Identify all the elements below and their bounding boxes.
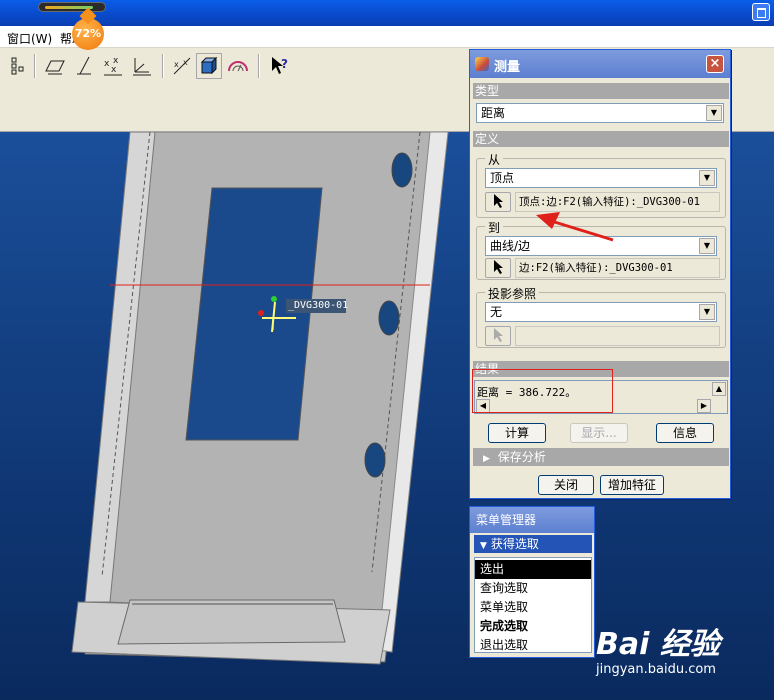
projection-value: 无 (490, 305, 503, 319)
to-type-value: 曲线/边 (490, 239, 531, 253)
display-button[interactable]: 显示... (570, 423, 628, 443)
to-reference: 边:F2(输入特征):_DVG300-01 (515, 258, 720, 278)
to-group: 到 曲线/边 ▼ 边:F2(输入特征):_DVG300-01 (476, 219, 726, 280)
close-button[interactable]: 关闭 (538, 475, 594, 495)
watermark-logo: Bai 经验 (596, 627, 720, 662)
chevron-down-icon[interactable]: ▼ (699, 304, 715, 320)
watermark: Bai 经验 jingyan.baidu.com (592, 615, 772, 695)
projection-select[interactable]: 无 ▼ (485, 302, 717, 322)
get-select-label: 获得选取 (490, 537, 539, 551)
menu-item-done-select[interactable]: 完成选取 (475, 617, 591, 636)
menu-window[interactable]: 窗口(W) (7, 30, 52, 47)
projection-label: 投影参照 (485, 285, 540, 302)
toolbar-separator (258, 54, 260, 78)
menu-bar: 窗口(W) 帮助 (0, 26, 774, 48)
svg-text:x: x (174, 60, 179, 69)
toolbar-separator (162, 54, 164, 78)
progress-indicator (38, 2, 106, 12)
menu-manager-title: 菜单管理器 (470, 507, 594, 533)
to-label: 到 (485, 219, 504, 236)
svg-text:x: x (183, 58, 188, 67)
type-section-label: 类型 (473, 83, 729, 99)
projection-reference (515, 326, 720, 346)
from-reference: 顶点:边:F2(输入特征):_DVG300-01 (515, 192, 720, 212)
menu-item-quit-select[interactable]: 退出选取 (475, 636, 591, 655)
chevron-down-icon[interactable]: ▼ (706, 105, 722, 121)
add-feature-button[interactable]: 增加特征 (600, 475, 664, 495)
from-type-value: 顶点 (490, 171, 515, 185)
projection-group: 投影参照 无 ▼ (476, 285, 726, 348)
spin-center-icon[interactable]: xx (169, 53, 195, 79)
svg-text:?: ? (281, 57, 288, 71)
compute-button[interactable]: 计算 (488, 423, 546, 443)
scroll-up-icon[interactable]: ▲ (712, 382, 726, 396)
from-label: 从 (485, 151, 504, 168)
type-select-value: 距离 (481, 106, 506, 120)
chevron-down-icon[interactable]: ▼ (699, 170, 715, 186)
get-select-header[interactable]: ▼ 获得选取 (474, 535, 592, 553)
definition-section-label: 定义 (473, 131, 729, 147)
from-group: 从 顶点 ▼ 顶点:边:F2(输入特征):_DVG300-01 (476, 151, 726, 218)
coordinate-system-icon[interactable] (129, 53, 155, 79)
datum-plane-icon[interactable] (42, 53, 68, 79)
datum-point-icon[interactable]: xxx (100, 53, 126, 79)
chevron-down-icon[interactable]: ▼ (699, 238, 715, 254)
projection-pick-button[interactable] (485, 326, 511, 346)
view-orient-icon[interactable] (225, 53, 251, 79)
whats-this-icon[interactable]: ? (266, 53, 292, 79)
progress-badge: 72% (72, 18, 104, 50)
from-type-select[interactable]: 顶点 ▼ (485, 168, 717, 188)
shading-box-icon[interactable] (196, 53, 222, 79)
measure-dialog: 测量 × 类型 距离 ▼ 定义 从 顶点 ▼ 顶点:边:F2(输入特征):_DV… (469, 49, 731, 499)
scroll-right-icon[interactable]: ▶ (697, 399, 711, 413)
save-analysis-label: 保存分析 (497, 450, 546, 464)
svg-text:x: x (104, 59, 110, 69)
datum-axis-icon[interactable] (71, 53, 97, 79)
arrow-cursor-icon (494, 328, 503, 342)
restore-window-button[interactable] (752, 3, 770, 21)
svg-text:x: x (111, 65, 117, 75)
arrow-cursor-icon (494, 194, 503, 208)
close-dialog-button[interactable]: × (706, 55, 724, 73)
menu-item-pick[interactable]: 选出 (475, 560, 591, 579)
toolbar-separator (34, 54, 36, 78)
save-analysis-toggle[interactable]: ▶ 保存分析 (473, 448, 729, 466)
menu-item-query-select[interactable]: 查询选取 (475, 579, 591, 598)
part-model (71, 132, 449, 665)
annotation-box (472, 369, 613, 413)
tree-layout-icon[interactable] (4, 53, 30, 79)
to-type-select[interactable]: 曲线/边 ▼ (485, 236, 717, 256)
dialog-titlebar: 测量 × (470, 50, 730, 78)
arrow-cursor-icon (494, 260, 503, 274)
watermark-url: jingyan.baidu.com (596, 662, 716, 677)
to-pick-button[interactable] (485, 258, 511, 278)
info-button[interactable]: 信息 (656, 423, 714, 443)
from-pick-button[interactable] (485, 192, 511, 212)
type-select[interactable]: 距离 ▼ (476, 103, 724, 123)
window-titlebar (0, 0, 774, 26)
chevron-down-icon: ▼ (480, 541, 487, 551)
menu-manager-panel: 菜单管理器 ▼ 获得选取 选出 查询选取 菜单选取 完成选取 退出选取 (469, 506, 595, 658)
csys-label: _DVG300-01 (288, 300, 349, 311)
menu-manager-list: 选出 查询选取 菜单选取 完成选取 退出选取 (474, 557, 592, 653)
measure-icon (475, 57, 489, 71)
menu-item-menu-select[interactable]: 菜单选取 (475, 598, 591, 617)
chevron-right-icon: ▶ (483, 454, 490, 464)
dialog-title: 测量 (494, 60, 521, 75)
